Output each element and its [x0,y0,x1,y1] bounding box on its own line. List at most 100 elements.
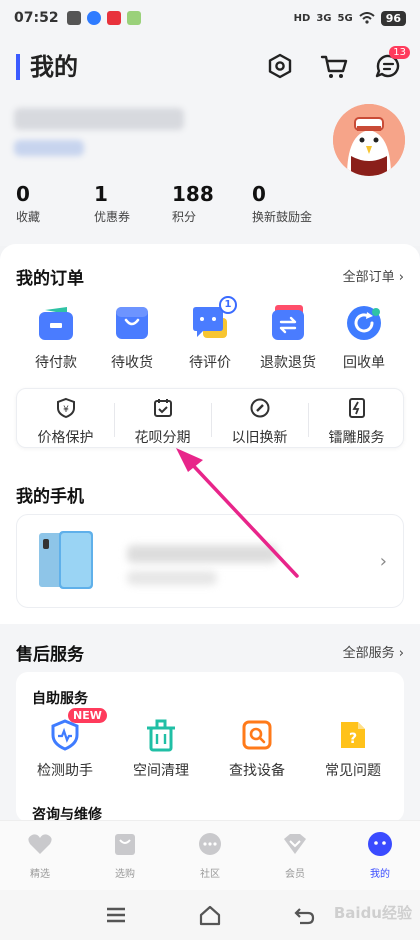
service-label: 镭雕服务 [328,430,385,446]
svg-text:?: ? [349,731,357,747]
all-services-link[interactable]: 全部服务 › [343,642,404,661]
review-count-badge: 1 [219,296,237,314]
messages-button[interactable]: 13 [372,46,410,82]
tab-community[interactable]: 社区 [180,831,240,880]
tab-label: 选购 [115,869,135,880]
my-phone-card[interactable]: › [16,514,404,608]
stat-value: 0 [252,182,266,206]
phone-name-blurred [127,545,277,563]
app-notification-icon [106,11,121,25]
watermark-text: Baidu经验 [333,904,412,922]
back-icon[interactable] [292,904,316,926]
my-phone-section: 我的手机 › [0,474,420,624]
cart-button[interactable] [318,50,350,82]
service-label: 以旧换新 [231,430,288,446]
penguin-avatar-icon [333,104,405,176]
community-icon [199,833,221,855]
username-blurred[interactable] [14,108,184,130]
stat-value: 1 [94,182,108,206]
settings-button[interactable] [264,50,296,82]
avatar[interactable] [333,104,405,176]
installment-icon [153,399,172,417]
app-notification-icon [86,11,101,25]
orders-title: 我的订单 [16,269,84,289]
profile-header: 我的 13 0 收藏 1 优惠券 188 积分 0 换新鼓励金 [0,36,420,246]
service-installment[interactable]: 花呗分期 [114,397,211,447]
stat-label: 优惠券 [94,210,131,224]
network-5g-label: 5G [337,12,353,24]
after-service-label: 常见问题 [325,763,381,779]
after-sales-section: 售后服务 全部服务 › 自助服务 NEW 检测助手 空间清理 查找设备 ? 常见… [0,624,420,822]
faq-icon: ? [336,718,370,752]
order-label: 回收单 [343,355,385,371]
order-pending-receipt[interactable]: 待收货 [96,304,168,372]
system-nav-bar: Baidu经验 [0,890,420,940]
order-recycle[interactable]: 回收单 [328,304,400,372]
service-faq[interactable]: ? 常见问题 [308,718,398,780]
tab-shop[interactable]: 选购 [95,831,155,880]
service-find-device[interactable]: 查找设备 [212,718,302,780]
status-bar: 07:52 HD 3G 5G 96 [0,0,420,36]
profile-icon [368,832,392,856]
stat-trade-in-bonus[interactable]: 0 换新鼓励金 [252,182,312,225]
after-service-label: 查找设备 [229,763,285,779]
laser-engrave-icon [348,398,365,418]
after-service-label: 检测助手 [37,763,93,779]
tab-label: 精选 [30,869,50,880]
stat-points[interactable]: 188 积分 [172,182,214,225]
service-detect-assistant[interactable]: NEW 检测助手 [20,708,110,780]
stat-coupons[interactable]: 1 优惠券 [94,182,130,225]
tab-label: 社区 [200,869,220,880]
package-icon [113,304,151,342]
recycle-icon [345,304,383,342]
settings-hexagon-icon [268,53,292,79]
order-label: 待评价 [189,355,231,371]
account-level-blurred[interactable] [14,140,84,156]
price-protect-icon: ¥ [56,397,75,419]
tab-member[interactable]: 会员 [265,831,325,880]
detect-icon: NEW [48,708,107,752]
self-service-subtitle: 自助服务 [32,691,88,707]
all-orders-link[interactable]: 全部订单 › [343,266,404,285]
battery-indicator: 96 [380,10,406,26]
tab-label: 我的 [370,869,390,880]
service-space-clean[interactable]: 空间清理 [116,718,206,780]
bottom-tab-bar: 精选 选购 社区 会员 我的 [0,820,420,890]
app-notification-icon [66,11,81,25]
clean-icon [144,718,178,752]
stat-value: 0 [16,182,30,206]
order-pending-payment[interactable]: 待付款 [20,304,92,372]
service-trade-in[interactable]: 以旧换新 [211,397,308,447]
service-price-protect[interactable]: ¥ 价格保护 [17,397,114,447]
stat-favorites[interactable]: 0 收藏 [16,182,40,225]
chevron-right-icon: › [379,551,387,572]
after-sales-title: 售后服务 [16,645,84,665]
find-device-icon [240,718,274,752]
phone-info-blurred [127,571,217,585]
my-phone-title: 我的手机 [16,487,84,507]
status-indicators: HD 3G 5G 96 [293,10,406,26]
order-refund-return[interactable]: 退款退货 [252,304,324,372]
refund-icon [269,304,307,342]
app-notification-icon [126,11,141,25]
order-label: 待收货 [111,355,153,371]
cart-icon [320,55,348,78]
bag-icon [115,834,135,855]
heart-icon [28,834,52,854]
member-icon [284,834,306,854]
page-title: 我的 [16,54,78,80]
wallet-icon [37,304,75,342]
hd-label: HD [293,12,311,24]
new-badge: NEW [68,708,107,723]
wifi-icon [359,12,375,24]
self-service-card: 自助服务 NEW 检测助手 空间清理 查找设备 ? 常见问题 咨询与维修 [16,672,404,822]
service-label: 价格保护 [37,430,94,446]
phone-image [39,531,93,589]
order-pending-review[interactable]: 1 待评价 [174,296,246,372]
service-laser-engrave[interactable]: 镭雕服务 [308,397,405,447]
review-chat-icon: 1 [191,296,237,342]
home-icon[interactable] [198,904,222,926]
menu-icon[interactable] [104,904,128,926]
tab-mine[interactable]: 我的 [350,831,410,880]
tab-featured[interactable]: 精选 [10,831,70,880]
